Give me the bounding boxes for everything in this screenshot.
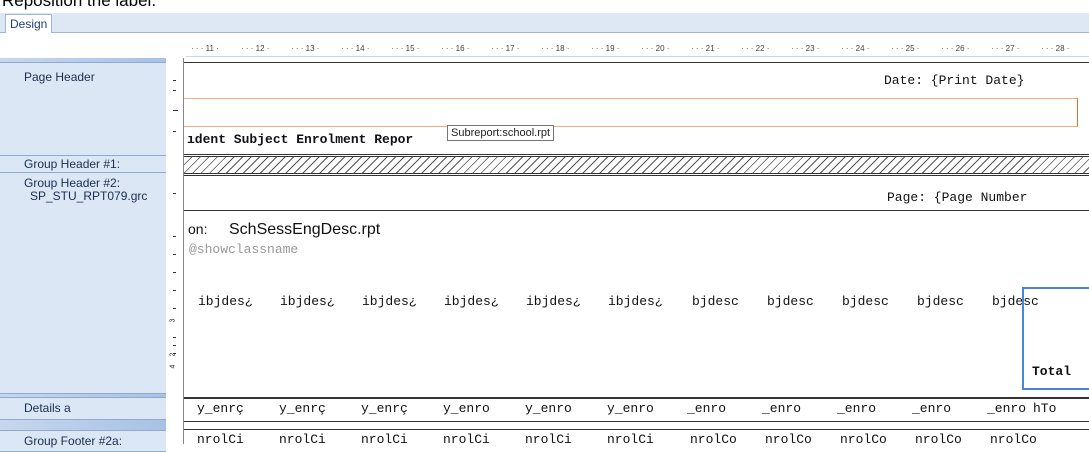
vertical-ruler: 2 3 4 (166, 58, 184, 444)
ruler-number: 2 (169, 352, 177, 357)
enrol-count-field[interactable]: nrolCi (279, 432, 326, 444)
tab-design[interactable]: Design (5, 14, 53, 33)
enrol-count-field[interactable]: nrolCi (197, 432, 244, 444)
section-label: Page Header (24, 70, 95, 84)
subreport-name-field[interactable]: SchSessEngDesc.rpt (229, 221, 380, 239)
on-label: on: (188, 221, 208, 237)
subject-desc-field[interactable]: ibjdes¿ (198, 294, 253, 309)
enrolment-field[interactable]: y_enrç (197, 401, 244, 416)
ruler-number: · · · 22 · (741, 44, 770, 53)
enrolment-field[interactable]: y_enro (607, 401, 654, 416)
section-label: Details a (24, 401, 71, 415)
section-label: Group Header #2: (24, 176, 121, 190)
ruler-number: · · · 18 · (541, 44, 570, 53)
ruler-number: · · · 24 · (841, 44, 870, 53)
enrol-count-field[interactable]: nrolCi (361, 432, 408, 444)
enrol-count-field[interactable]: nrolCo (690, 432, 737, 444)
enrol-count-field[interactable]: nrolCi (607, 432, 654, 444)
enrolment-field[interactable]: _enro (987, 401, 1026, 416)
ruler-number: · · · 12 · (241, 44, 270, 53)
ruler-number: · · · 27 · (991, 44, 1020, 53)
section-details[interactable]: Details a (0, 397, 166, 420)
enrolment-field[interactable]: _enro (912, 401, 951, 416)
enrol-count-field[interactable]: nrolCi (443, 432, 490, 444)
subject-desc-field[interactable]: bjdesc (842, 294, 889, 309)
instruction-caption: Reposition the label. (2, 0, 157, 10)
enrolment-field[interactable]: _enro (762, 401, 801, 416)
subject-desc-field[interactable]: bjdesc (917, 294, 964, 309)
divider-line (184, 210, 1089, 211)
total-label[interactable]: Total (1032, 364, 1071, 379)
enrolment-field[interactable]: _enro (837, 401, 876, 416)
ruler-number: · · · 20 · (641, 44, 670, 53)
subreport-tooltip: Subreport:school.rpt (447, 125, 555, 141)
report-canvas[interactable]: Date: {Print Date} ıdent Subject Enrolme… (184, 58, 1089, 444)
ruler-number: · · · 16 · (441, 44, 470, 53)
section-group-header-1[interactable]: Group Header #1: (0, 155, 166, 173)
enrol-count-field[interactable]: nrolCo (990, 432, 1037, 444)
print-date-field[interactable]: Date: {Print Date} (884, 73, 1024, 88)
enrol-count-field[interactable]: nrolCi (525, 432, 572, 444)
subject-desc-field[interactable]: ibjdes¿ (362, 294, 417, 309)
group-header-1-band[interactable] (184, 156, 1089, 174)
enrol-count-field[interactable]: nrolCo (840, 432, 887, 444)
section-sublabel: SP_STU_RPT079.grc (30, 189, 148, 203)
report-title-field[interactable]: ıdent Subject Enrolment Repor (187, 132, 413, 147)
enrol-count-field[interactable]: nrolCo (765, 432, 812, 444)
subject-desc-field[interactable]: ibjdes¿ (526, 294, 581, 309)
ruler-number: · · · 17 · (491, 44, 520, 53)
show-class-field[interactable]: @showclassname (189, 242, 298, 257)
enrolment-field[interactable]: _enro (687, 401, 726, 416)
ruler-number: · · · 11 · (191, 44, 219, 53)
enrolment-field[interactable]: y_enrç (361, 401, 408, 416)
ruler-number: 3 (169, 318, 177, 323)
ruler-number: · · · 19 · (591, 44, 620, 53)
subject-desc-field[interactable]: ibjdes¿ (280, 294, 335, 309)
ruler-number: · · · 14 · (341, 44, 370, 53)
ruler-number: · · · 26 · (941, 44, 970, 53)
section-group-footer[interactable]: Group Footer #2a: (0, 430, 166, 452)
ruler-number: · · · 13 · (291, 44, 320, 53)
ruler-number: · · · 23 · (791, 44, 820, 53)
subject-desc-field[interactable]: ibjdes¿ (444, 294, 499, 309)
horizontal-ruler: · · · 11 · · · · 12 · · · · 13 · · · · 14 ·… (186, 42, 1089, 57)
tab-bar (0, 13, 1089, 33)
ruler-number: · · · 25 · (891, 44, 920, 53)
subject-desc-field[interactable]: bjdesc (767, 294, 814, 309)
ruler-number: · · · 28 · (1041, 44, 1070, 53)
enrolment-field[interactable]: hTo (1033, 401, 1056, 416)
section-page-header[interactable]: Page Header (0, 62, 166, 157)
subreport-frame[interactable] (184, 98, 1078, 127)
subject-desc-field[interactable]: bjdesc (692, 294, 739, 309)
section-label: Group Footer #2a: (24, 434, 123, 448)
page-number-field[interactable]: Page: {Page Number (887, 190, 1027, 205)
enrolment-field[interactable]: y_enro (525, 401, 572, 416)
ruler-number: 4 (169, 364, 177, 369)
enrol-count-field[interactable]: nrolCo (915, 432, 962, 444)
section-group-header-2[interactable]: Group Header #2: SP_STU_RPT079.grc (0, 172, 166, 394)
group-header-2-band[interactable] (184, 175, 1089, 399)
ruler-number: · · · 15 · (391, 44, 420, 53)
enrolment-field[interactable]: y_enro (443, 401, 490, 416)
ruler-number: · · · 21 · (691, 44, 720, 53)
enrolment-field[interactable]: y_enrç (279, 401, 326, 416)
subject-desc-field[interactable]: ibjdes¿ (608, 294, 663, 309)
section-label: Group Header #1: (24, 157, 121, 171)
